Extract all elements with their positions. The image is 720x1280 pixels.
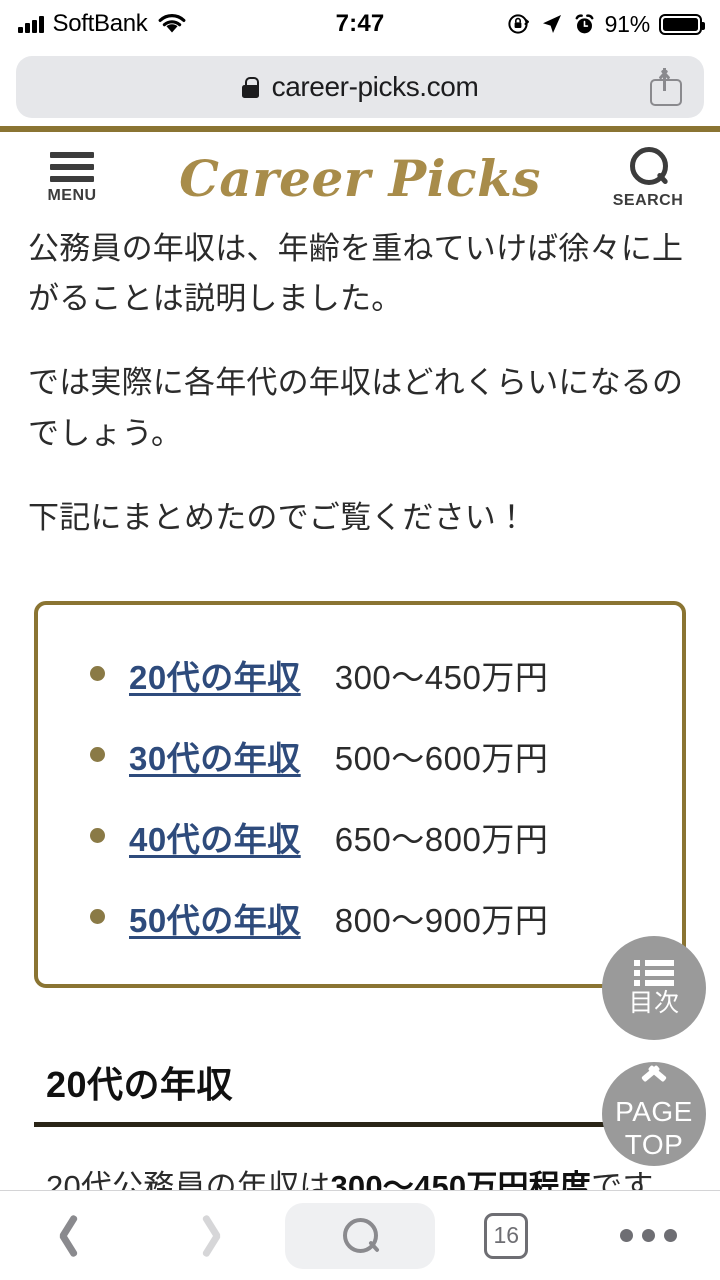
chevron-right-icon bbox=[201, 1213, 227, 1259]
bullet-icon bbox=[90, 828, 105, 844]
status-bar-left: SoftBank bbox=[18, 10, 336, 38]
list-item: 40代の年収 650〜800万円 bbox=[38, 813, 682, 861]
search-label: SEARCH bbox=[612, 191, 684, 209]
more-button[interactable] bbox=[578, 1229, 720, 1242]
webpage-viewport: MENU Career Picks SEARCH 公務員の年収は、年齢を重ねてい… bbox=[0, 126, 720, 1190]
list-item: 20代の年収 300〜450万円 bbox=[38, 651, 682, 699]
share-icon[interactable] bbox=[650, 68, 682, 106]
paragraph-1: 公務員の年収は、年齢を重ねていけば徐々に上がることは説明しました。 bbox=[28, 231, 684, 317]
salary-link-20s[interactable]: 20代の年収 bbox=[129, 651, 301, 699]
section-heading-block: 20代の年収 bbox=[34, 1056, 686, 1128]
salary-link-30s[interactable]: 30代の年収 bbox=[129, 732, 301, 780]
salary-summary-box: 20代の年収 300〜450万円 30代の年収 500〜600万円 40代の年収… bbox=[34, 601, 686, 989]
menu-label: MENU bbox=[47, 186, 97, 204]
paragraph-after-heading: 20代公務員の年収は300〜450万円程度です bbox=[46, 1161, 686, 1190]
tab-count-label: 16 bbox=[484, 1212, 529, 1259]
tabs-button[interactable]: 16 bbox=[435, 1212, 578, 1259]
rotation-lock-icon bbox=[507, 14, 529, 34]
battery-icon bbox=[659, 13, 705, 35]
search-icon bbox=[342, 1217, 378, 1254]
search-icon bbox=[628, 146, 668, 187]
toc-label: 目次 bbox=[628, 988, 680, 1017]
bullet-icon bbox=[90, 666, 105, 682]
wifi-icon bbox=[158, 14, 185, 33]
menu-button[interactable]: MENU bbox=[26, 151, 118, 205]
list-item: 30代の年収 500〜600万円 bbox=[38, 732, 682, 780]
page-top-label-1: PAGE bbox=[615, 1095, 693, 1127]
list-item: 50代の年収 800〜900万円 bbox=[38, 894, 682, 942]
search-button[interactable]: SEARCH bbox=[602, 146, 694, 210]
salary-link-40s[interactable]: 40代の年収 bbox=[129, 813, 301, 861]
location-arrow-icon bbox=[542, 15, 561, 33]
url-bar[interactable]: career-picks.com bbox=[16, 56, 704, 118]
after-heading-prefix: 20代公務員の年収は bbox=[46, 1169, 331, 1190]
salary-link-50s[interactable]: 50代の年収 bbox=[129, 894, 301, 942]
table-of-contents-button[interactable]: 目次 bbox=[602, 936, 706, 1040]
salary-value-30s: 500〜600万円 bbox=[334, 740, 549, 778]
heading-underline bbox=[34, 1122, 686, 1128]
paragraph-2: では実際に各年代の年収はどれくらいになるのでしょう。 bbox=[28, 365, 684, 451]
carrier-label: SoftBank bbox=[52, 10, 148, 37]
bullet-icon bbox=[90, 747, 105, 763]
more-dots-icon bbox=[620, 1229, 678, 1242]
salary-value-50s: 800〜900万円 bbox=[334, 902, 549, 940]
bullet-icon bbox=[90, 909, 105, 925]
url-display[interactable]: career-picks.com bbox=[16, 71, 704, 103]
status-bar-right: 91% bbox=[384, 10, 705, 38]
salary-value-40s: 650〜800万円 bbox=[334, 821, 549, 859]
chevron-left-icon bbox=[58, 1213, 84, 1259]
hamburger-icon bbox=[50, 151, 94, 182]
phone-screen: SoftBank 7:47 91% career-picks.com MENU … bbox=[0, 0, 720, 1280]
status-bar: SoftBank 7:47 91% bbox=[0, 0, 720, 48]
forward-button[interactable] bbox=[143, 1213, 286, 1259]
signal-bars-icon bbox=[18, 15, 44, 33]
article-body: 公務員の年収は、年齢を重ねていけば徐々に上がることは説明しました。 では実際に各… bbox=[0, 224, 720, 1190]
chevron-up-icon bbox=[641, 1069, 667, 1095]
alarm-clock-icon bbox=[575, 13, 593, 33]
after-heading-suffix: です bbox=[591, 1169, 654, 1190]
salary-value-20s: 300〜450万円 bbox=[334, 659, 549, 697]
clock-label: 7:47 bbox=[335, 10, 385, 37]
salary-list: 20代の年収 300〜450万円 30代の年収 500〜600万円 40代の年収… bbox=[38, 651, 682, 942]
lock-icon bbox=[241, 76, 260, 98]
page-top-label-2: TOP bbox=[624, 1129, 684, 1160]
site-header: MENU Career Picks SEARCH bbox=[0, 132, 720, 224]
browser-toolbar: 16 bbox=[0, 1190, 720, 1280]
url-text: career-picks.com bbox=[271, 71, 479, 102]
back-button[interactable] bbox=[0, 1213, 143, 1259]
battery-percent-label: 91% bbox=[604, 10, 651, 37]
paragraph-3: 下記にまとめたのでご覧ください！ bbox=[28, 499, 528, 535]
page-top-button[interactable]: PAGE TOP bbox=[602, 1062, 706, 1166]
list-icon bbox=[634, 959, 674, 986]
page-heading: 20代の年収 bbox=[46, 1064, 234, 1106]
after-heading-bold: 300〜450万円程度 bbox=[330, 1169, 592, 1190]
toolbar-search-button[interactable] bbox=[285, 1202, 435, 1269]
status-bar-center: 7:47 bbox=[336, 10, 385, 38]
browser-url-bar-area: career-picks.com bbox=[0, 48, 720, 126]
